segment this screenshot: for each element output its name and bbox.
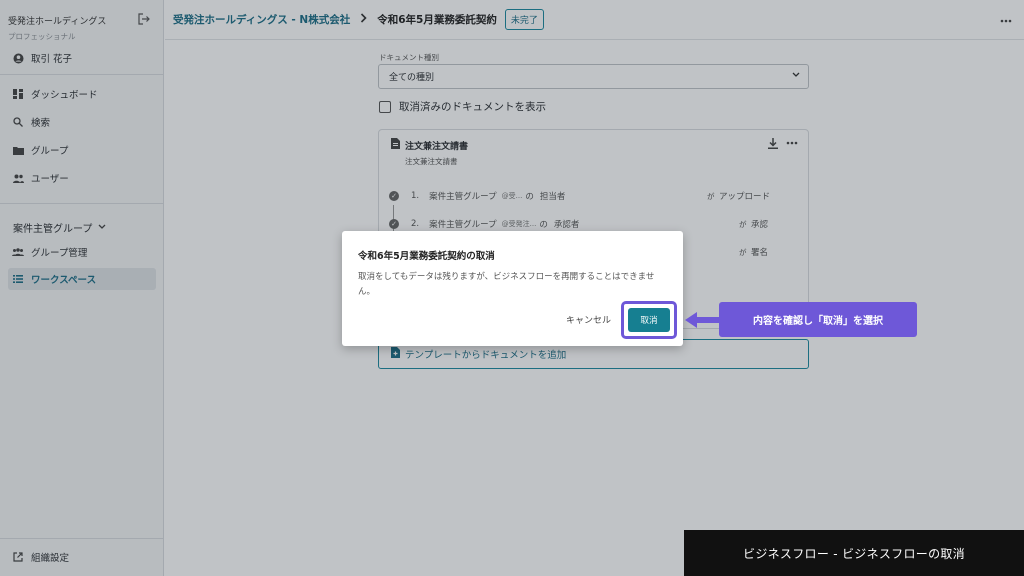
cancel-dialog: 令和6年5月業務委託契約の取消 取消をしてもデータは残りますが、ビジネスフローを… xyxy=(342,231,683,346)
caption-bar: ビジネスフロー - ビジネスフローの取消 xyxy=(684,530,1024,576)
callout-arrow-icon xyxy=(685,312,721,328)
dialog-title: 令和6年5月業務委託契約の取消 xyxy=(358,251,495,262)
dialog-cancel-button[interactable]: キャンセル xyxy=(566,313,611,326)
dialog-confirm-button[interactable]: 取消 xyxy=(628,308,670,332)
instruction-callout: 内容を確認し「取消」を選択 xyxy=(719,302,917,337)
dialog-message: 取消をしてもデータは残りますが、ビジネスフローを再開することはできません。 xyxy=(358,272,655,297)
